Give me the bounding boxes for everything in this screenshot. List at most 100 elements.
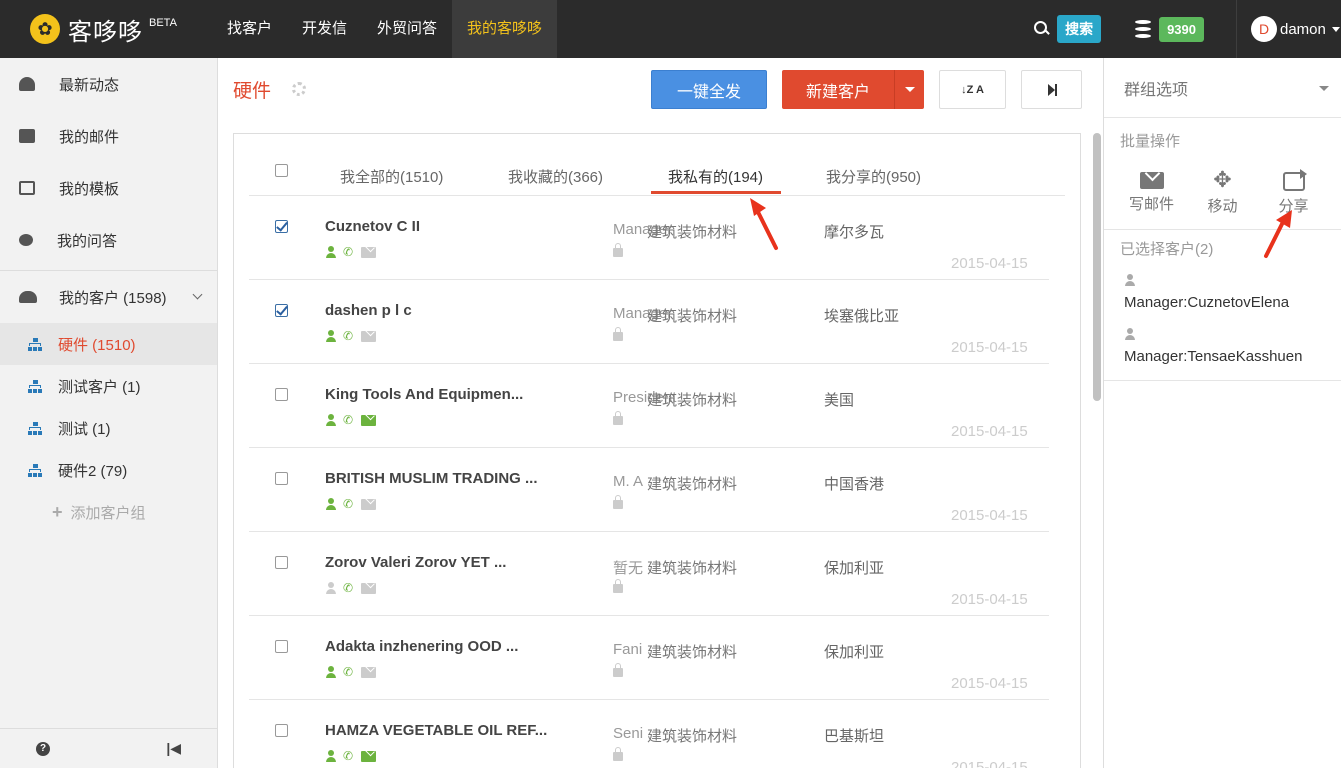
sidebar-item-news[interactable]: 最新动态 (0, 58, 217, 110)
batch-actions: 写邮件 ✥ 移动 分享 (1104, 158, 1341, 230)
row-checkbox[interactable] (275, 388, 288, 401)
new-customer-button[interactable]: 新建客户 (782, 70, 924, 109)
person-icon (325, 330, 337, 342)
search-icon[interactable] (1031, 18, 1053, 40)
nav-my-kedd[interactable]: 我的客哆哆 (452, 0, 558, 58)
sidebar-group-hardware2[interactable]: 硬件2 (79) (0, 449, 217, 491)
chevron-down-icon (192, 289, 203, 300)
logo[interactable]: ✿ 客哆哆 BETA (0, 0, 212, 58)
customer-name[interactable]: Zorov Valeri Zorov YET ... (325, 554, 506, 571)
send-all-button[interactable]: 一键全发 (651, 70, 767, 109)
phone-icon: ✆ (343, 665, 354, 679)
industry: 建筑装饰材料 (647, 392, 738, 409)
contact-title: Seni (613, 725, 644, 742)
customer-name[interactable]: Adakta inzhenering OOD ... (325, 638, 518, 655)
row-checkbox[interactable] (275, 724, 288, 737)
batch-operations-label: 批量操作 (1120, 133, 1181, 150)
sidebar-item-templates[interactable]: 我的模板 (0, 162, 217, 214)
sidebar-item-qa[interactable]: 我的问答 (0, 214, 217, 266)
search-button[interactable]: 搜索 (1057, 15, 1102, 43)
step-forward-icon (1048, 83, 1057, 96)
user-menu[interactable]: D damon (1236, 0, 1341, 58)
contact-icons: ✆ (325, 414, 376, 426)
lock-icon (613, 243, 623, 257)
tab-all[interactable]: 我全部的(1510) (340, 166, 443, 187)
contact-title: 暂无 (613, 560, 644, 577)
customer-name[interactable]: BRITISH MUSLIM TRADING ... (325, 470, 538, 487)
table-row[interactable]: Adakta inzhenering OOD ... ✆ Fani 建筑装饰材料… (249, 616, 1049, 700)
customer-name[interactable]: Cuznetov C II (325, 218, 420, 235)
date: 2015-04-15 (951, 675, 1028, 692)
contact-icons: ✆ (325, 750, 376, 762)
nav-find-customers[interactable]: 找客户 (212, 0, 287, 58)
next-page-button[interactable] (1021, 70, 1082, 109)
sidebar-item-label: 我的邮件 (59, 128, 120, 146)
industry: 建筑装饰材料 (647, 224, 738, 241)
person-icon (325, 582, 337, 594)
row-checkbox[interactable] (275, 304, 288, 317)
scrollbar[interactable] (1091, 133, 1103, 768)
points-badge[interactable]: 9390 (1159, 16, 1204, 42)
group-options-header[interactable]: 群组选项 (1104, 58, 1341, 118)
person-icon (1124, 328, 1136, 340)
table-row[interactable]: BRITISH MUSLIM TRADING ... ✆ M. A 建筑装饰材料… (249, 448, 1049, 532)
customer-name[interactable]: HAMZA VEGETABLE OIL REF... (325, 722, 547, 739)
sidebar-group-hardware[interactable]: 硬件 (1510) (0, 323, 217, 365)
share-icon (1282, 169, 1307, 191)
phone-icon: ✆ (343, 329, 354, 343)
group-options-panel: 群组选项 批量操作 写邮件 ✥ 移动 分享 已选择客户(2) Manager:C… (1103, 58, 1341, 768)
add-group-button[interactable]: + 添加客户组 (0, 491, 217, 533)
person-icon (1124, 274, 1136, 286)
scrollbar-thumb[interactable] (1093, 133, 1101, 401)
sidebar-item-mail[interactable]: 我的邮件 (0, 110, 217, 162)
sidebar-item-my-customers[interactable]: 我的客户 (1598) (0, 271, 217, 323)
tab-private[interactable]: 我私有的(194) (668, 166, 763, 187)
table-row[interactable]: Zorov Valeri Zorov YET ... ✆ 暂无 建筑装饰材料 保… (249, 532, 1049, 616)
industry: 建筑装饰材料 (647, 560, 738, 577)
gear-icon[interactable] (292, 82, 306, 96)
annotation-arrow (1264, 210, 1292, 258)
move-button[interactable]: ✥ 移动 (1187, 158, 1258, 229)
table-row[interactable]: King Tools And Equipmen... ✆ President 建… (249, 364, 1049, 448)
tab-shared[interactable]: 我分享的(950) (826, 166, 921, 187)
industry: 建筑装饰材料 (647, 308, 738, 325)
row-checkbox[interactable] (275, 640, 288, 653)
add-group-label: 添加客户组 (70, 504, 146, 522)
select-all-checkbox[interactable] (275, 164, 288, 177)
selected-customers-label: 已选择客户(2) (1120, 241, 1214, 258)
customer-name[interactable]: King Tools And Equipmen... (325, 386, 523, 403)
write-mail-button[interactable]: 写邮件 (1116, 158, 1187, 229)
mail-icon (361, 750, 376, 762)
beta-label: BETA (149, 17, 177, 29)
logo-text: 客哆哆 (68, 18, 143, 46)
tab-favorites[interactable]: 我收藏的(366) (508, 166, 603, 187)
row-checkbox[interactable] (275, 556, 288, 569)
group-label: 测试客户 (1) (58, 378, 141, 396)
avatar: D (1251, 16, 1277, 42)
database-icon (1135, 20, 1152, 38)
sidebar-group-test[interactable]: 测试 (1) (0, 407, 217, 449)
caret-down-icon (1319, 86, 1329, 91)
date: 2015-04-15 (951, 507, 1028, 524)
person-icon (325, 246, 337, 258)
country: 埃塞俄比亚 (824, 308, 900, 325)
help-icon[interactable]: ? (36, 741, 50, 756)
sidebar-group-test-customers[interactable]: 测试客户 (1) (0, 365, 217, 407)
customer-name[interactable]: dashen p l c (325, 302, 412, 319)
date: 2015-04-15 (951, 759, 1028, 768)
lock-icon (613, 747, 623, 761)
annotation-arrow (750, 198, 778, 250)
collapse-sidebar-icon[interactable]: |◀ (166, 740, 181, 757)
customer-list-panel: 我全部的(1510) 我收藏的(366) 我私有的(194) 我分享的(950)… (233, 133, 1081, 768)
plus-icon: + (52, 501, 63, 522)
table-row[interactable]: dashen p l c ✆ Manager 建筑装饰材料 埃塞俄比亚 2015… (249, 280, 1049, 364)
new-customer-dropdown[interactable] (894, 70, 924, 109)
row-checkbox[interactable] (275, 472, 288, 485)
row-checkbox[interactable] (275, 220, 288, 233)
nav-trade-qa[interactable]: 外贸问答 (362, 0, 452, 58)
phone-icon: ✆ (343, 413, 354, 427)
nav-dev-letters[interactable]: 开发信 (287, 0, 362, 58)
table-row[interactable]: Cuznetov C II ✆ Manager 建筑装饰材料 摩尔多瓦 2015… (249, 196, 1049, 280)
table-row[interactable]: HAMZA VEGETABLE OIL REF... ✆ Seni 建筑装饰材料… (249, 700, 1049, 768)
sort-button[interactable]: ↓Z A (939, 70, 1006, 109)
